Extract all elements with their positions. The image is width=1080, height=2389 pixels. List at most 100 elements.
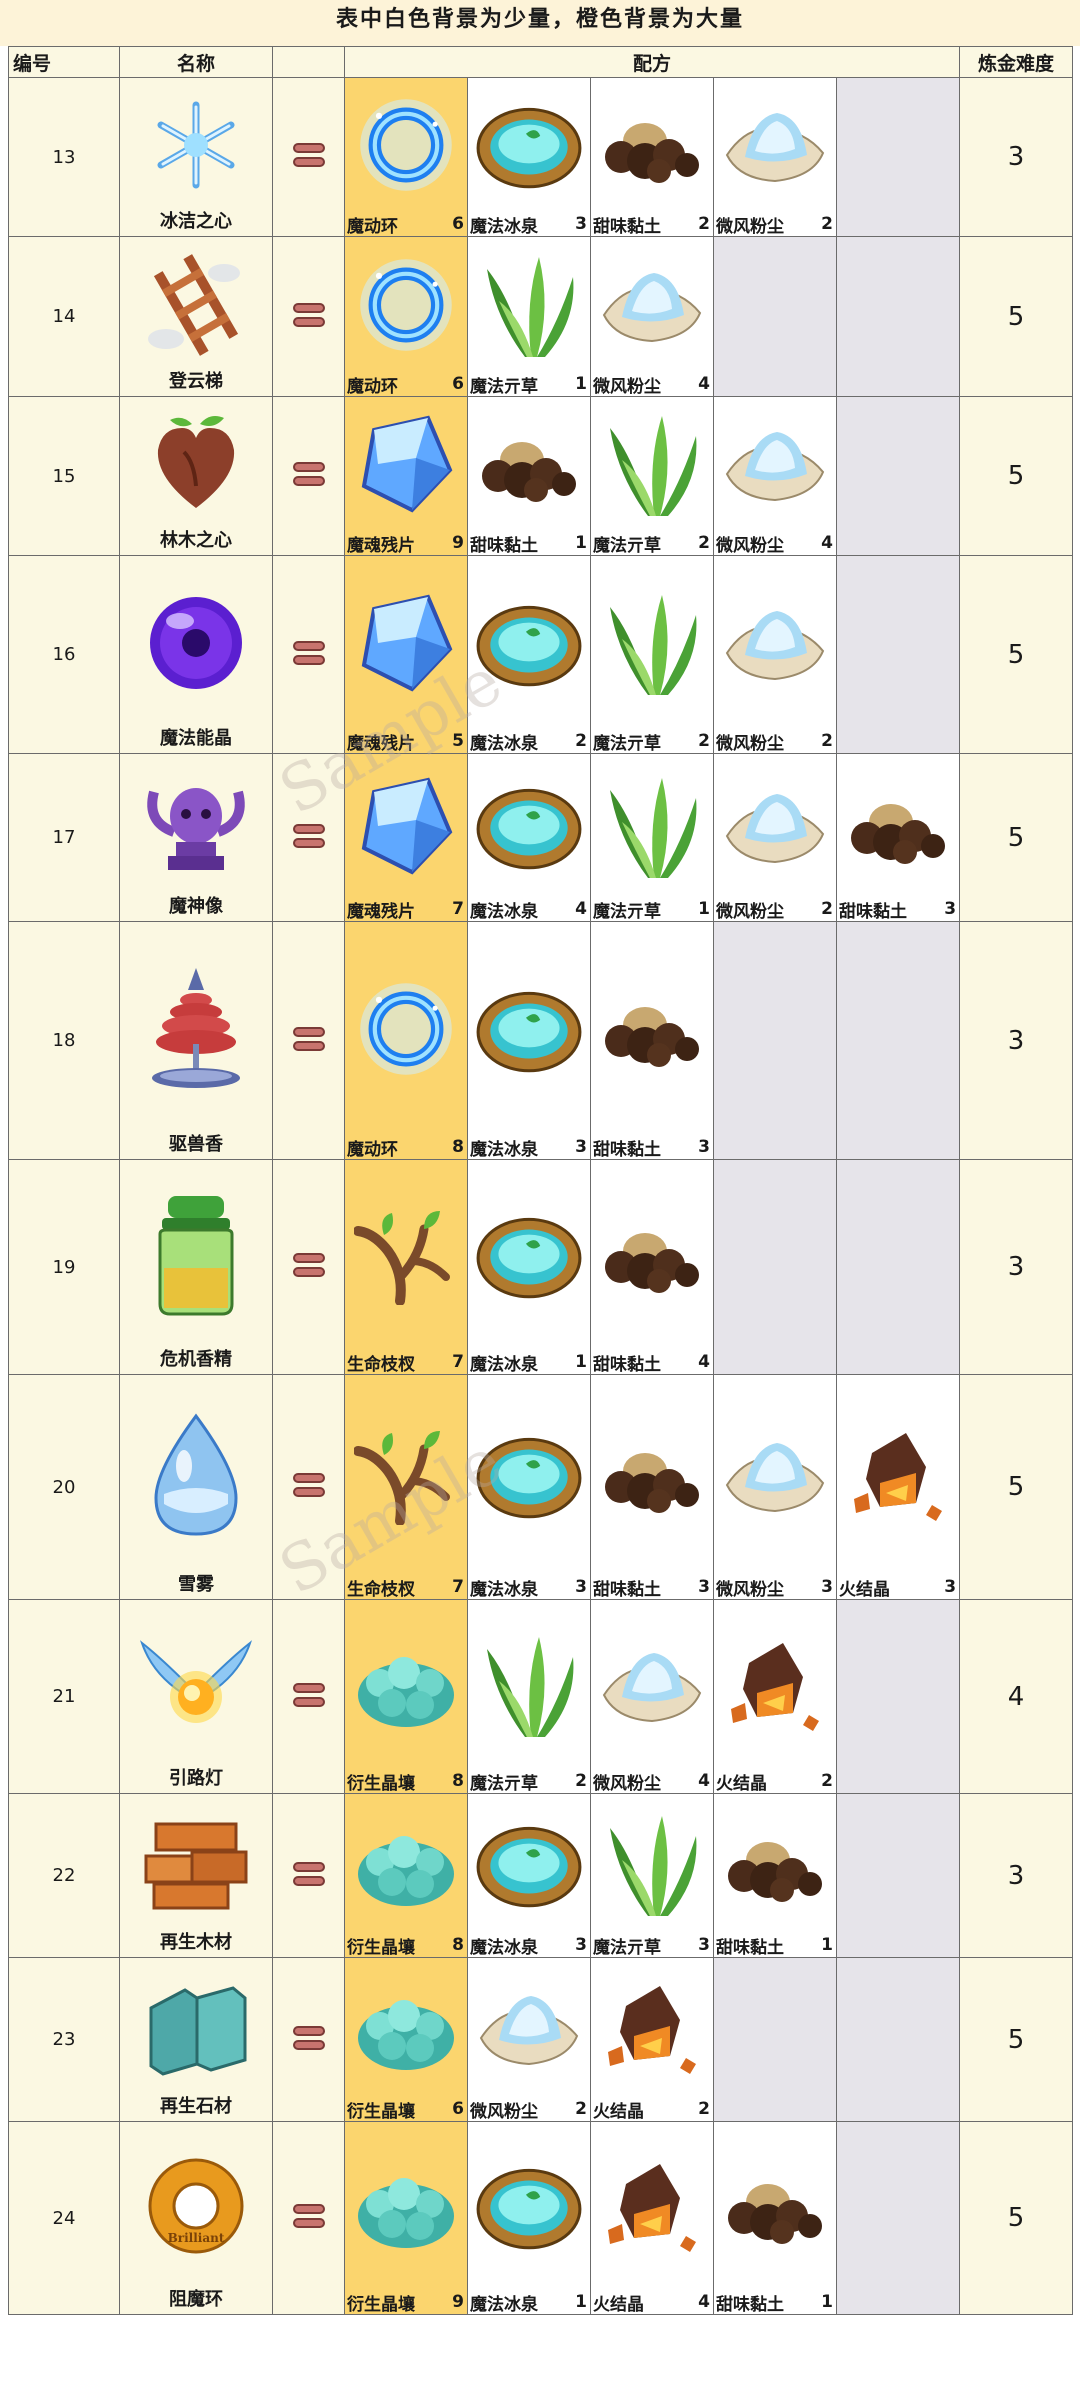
- ingredient-name: 甜味黏土: [593, 1354, 661, 1375]
- ingredient-name: 微风粉尘: [593, 1773, 661, 1794]
- recipe-table: 编号 名称 配方 炼金难度 13 冰洁之心 魔动环 6 魔法冰泉 3 甜味黏土 …: [8, 46, 1074, 2315]
- soul-shard-icon: [346, 398, 467, 532]
- product-name: 再生石材: [160, 2096, 232, 2117]
- ingredient-name: 衍生晶壤: [347, 2294, 415, 2315]
- brilliant-ring-icon: Brilliant: [121, 2126, 272, 2286]
- magic-grass-icon: [469, 1601, 590, 1770]
- ingredient-cell: 魔法冰泉 3: [467, 77, 591, 237]
- life-branch-icon: [346, 1376, 467, 1576]
- ingredient-cell: 魔法冰泉 1: [467, 1159, 591, 1375]
- empty-ingredient-cell: [835, 1599, 961, 1794]
- product-name: 魔神像: [169, 896, 223, 917]
- equals-icon: [292, 302, 326, 328]
- ingredient-cell: 魔法冰泉 1: [467, 2121, 591, 2315]
- equals-cell: [272, 921, 345, 1160]
- ingredient-quantity: 1: [575, 374, 587, 394]
- difficulty-value: 3: [959, 1159, 1074, 1375]
- ingredient-cell: 魔动环 6: [344, 77, 468, 237]
- snowflake-icon: [121, 82, 272, 208]
- difficulty-value: 5: [959, 753, 1074, 922]
- ingredient-quantity: 3: [698, 1137, 710, 1157]
- soul-shard-icon: [346, 557, 467, 730]
- recipe-row: 23 再生石材 衍生晶壤 6 微风粉尘 2 火结晶 2 5: [8, 1957, 1074, 2122]
- fire-crystal-icon: [715, 1601, 836, 1770]
- ingredient-name: 衍生晶壤: [347, 1773, 415, 1794]
- recipe-row: 24 Brilliant 阻魔环 衍生晶壤 9 魔法冰泉 1 火结晶 4 甜味黏…: [8, 2121, 1074, 2315]
- difficulty-value: 3: [959, 1793, 1074, 1958]
- ingredient-name: 魔法冰泉: [470, 2294, 538, 2315]
- ingredient-cell: 微风粉尘 2: [713, 753, 837, 922]
- ingredient-cell: 衍生晶壤 8: [344, 1599, 468, 1794]
- table-note: 表中白色背景为少量，橙色背景为大量: [0, 0, 1080, 46]
- ingredient-quantity: 2: [821, 731, 833, 751]
- crystal-soil-icon: [346, 2123, 467, 2291]
- magic-ring-icon: [346, 79, 467, 213]
- product-cell: 林木之心: [119, 396, 273, 556]
- item-number: 21: [8, 1599, 120, 1794]
- ingredient-quantity: 1: [821, 1935, 833, 1955]
- ingredient-cell: 微风粉尘 2: [713, 77, 837, 237]
- empty-ingredient-cell: [713, 1957, 837, 2122]
- ingredient-name: 魔魂残片: [347, 535, 415, 556]
- item-number: 14: [8, 236, 120, 397]
- column-header-recipe: 配方: [343, 46, 961, 78]
- ingredient-quantity: 8: [452, 1771, 464, 1791]
- difficulty-value: 4: [959, 1599, 1074, 1794]
- ingredient-quantity: 9: [452, 533, 464, 553]
- ingredient-quantity: 7: [452, 1352, 464, 1372]
- ingredient-cell: 魔动环 8: [344, 921, 468, 1160]
- ingredient-name: 魔法冰泉: [470, 216, 538, 237]
- product-cell: 魔神像: [119, 753, 273, 922]
- breeze-dust-icon: [715, 755, 836, 898]
- ingredient-quantity: 2: [821, 899, 833, 919]
- product-cell: 冰洁之心: [119, 77, 273, 237]
- equals-cell: [272, 2121, 345, 2315]
- ingredient-name: 衍生晶壤: [347, 2101, 415, 2122]
- ingredient-cell: 生命枝杈 7: [344, 1374, 468, 1600]
- equals-cell: [272, 1957, 345, 2122]
- ingredient-quantity: 3: [944, 1577, 957, 1597]
- magic-orb-icon: [121, 560, 272, 725]
- product-name: 阻魔环: [169, 2289, 223, 2310]
- equals-cell: [272, 1374, 345, 1600]
- item-number: 17: [8, 753, 120, 922]
- ingredient-quantity: 2: [575, 731, 587, 751]
- ice-spring-icon: [469, 1161, 590, 1351]
- difficulty-value: 3: [959, 77, 1074, 237]
- ingredient-quantity: 3: [698, 1935, 710, 1955]
- item-number: 13: [8, 77, 120, 237]
- item-number: 18: [8, 921, 120, 1160]
- equals-icon: [292, 1252, 326, 1278]
- product-name: 登云梯: [169, 371, 223, 392]
- equals-cell: [272, 1599, 345, 1794]
- ingredient-quantity: 2: [821, 1771, 833, 1791]
- ingredient-cell: 微风粉尘 4: [590, 236, 714, 397]
- magic-grass-icon: [592, 398, 713, 532]
- ingredient-cell: 魔魂残片 5: [344, 555, 468, 754]
- life-branch-icon: [346, 1161, 467, 1351]
- equals-icon: [292, 640, 326, 666]
- ingredient-quantity: 6: [452, 2099, 464, 2119]
- product-cell: 再生石材: [119, 1957, 273, 2122]
- ingredient-quantity: 4: [821, 533, 833, 553]
- sweet-clay-icon: [592, 1161, 713, 1351]
- ingredient-name: 生命枝杈: [347, 1579, 415, 1600]
- ingredient-quantity: 2: [821, 214, 833, 234]
- ingredient-quantity: 4: [575, 899, 587, 919]
- ingredient-quantity: 1: [575, 1352, 587, 1372]
- ingredient-quantity: 2: [698, 214, 710, 234]
- ingredient-quantity: 8: [452, 1137, 464, 1157]
- empty-ingredient-cell: [713, 236, 837, 397]
- ingredient-name: 魔法冰泉: [470, 1354, 538, 1375]
- ingredient-name: 生命枝杈: [347, 1354, 415, 1375]
- recipe-row: 17 魔神像 魔魂残片 7 魔法冰泉 4 魔法亓草 1 微风粉尘 2 甜味黏土 …: [8, 753, 1074, 922]
- breeze-dust-icon: [715, 79, 836, 213]
- sweet-clay-icon: [715, 1795, 836, 1934]
- magic-ring-icon: [346, 238, 467, 373]
- product-name: 驱兽香: [169, 1134, 223, 1155]
- ingredient-quantity: 4: [698, 1352, 710, 1372]
- ingredient-quantity: 1: [698, 899, 710, 919]
- ice-spring-icon: [469, 557, 590, 730]
- ingredient-quantity: 2: [698, 2099, 710, 2119]
- ingredient-name: 甜味黏土: [470, 535, 538, 556]
